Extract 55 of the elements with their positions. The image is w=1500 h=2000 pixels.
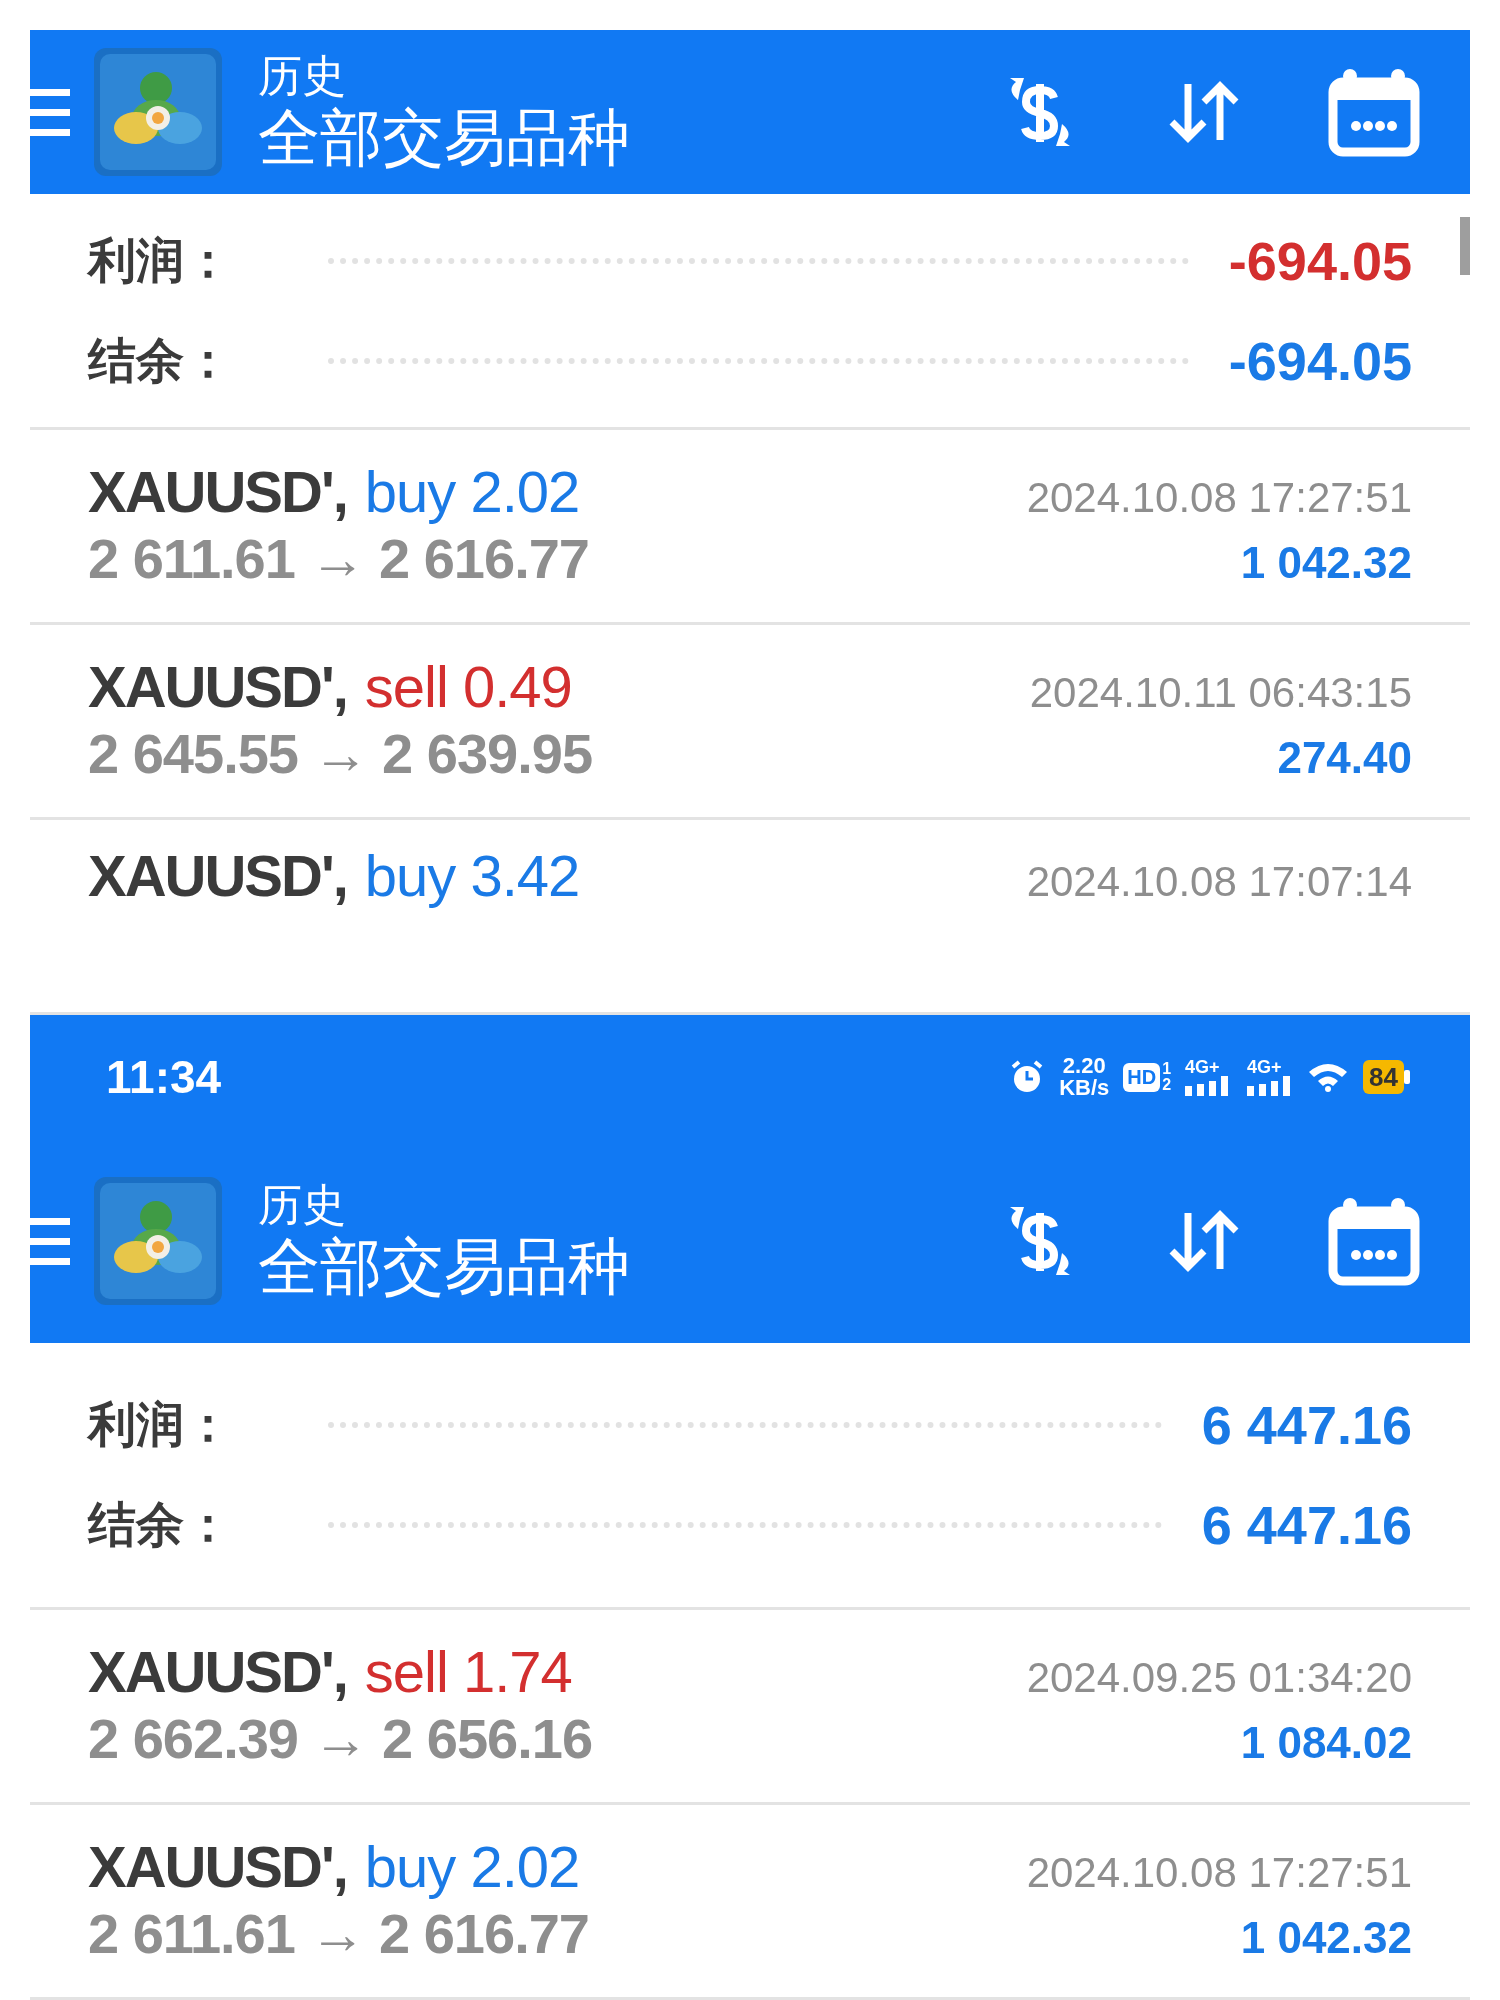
trade-order: sell 0.49 <box>364 654 572 719</box>
summary-label: 利润： <box>88 232 233 289</box>
sim-number: 2 <box>1162 1077 1172 1094</box>
summary-label: 结余： <box>88 332 233 389</box>
trade-symbol: XAUUSD', <box>88 459 347 524</box>
summary-value: -694.05 <box>1228 329 1412 392</box>
summary-value: 6 447.16 <box>1201 1494 1412 1557</box>
trade-time: 2024.10.11 06:43:15 <box>1029 669 1412 717</box>
battery-tip-icon <box>1404 1070 1410 1085</box>
trade-order: buy 2.02 <box>364 459 580 524</box>
trade-profit: 1 084.02 <box>1240 1718 1412 1768</box>
trade-time: 2024.10.08 17:27:51 <box>1026 474 1412 522</box>
network-speed: 2.20 <box>1062 1055 1106 1078</box>
summary-label: 结余： <box>88 1497 233 1554</box>
app-logo-icon[interactable] <box>94 48 222 177</box>
trade-symbol: XAUUSD', <box>88 843 347 908</box>
menu-icon[interactable] <box>30 87 70 138</box>
trade-profit: 1 042.32 <box>1240 538 1412 588</box>
network-speed-unit: KB/s <box>1059 1077 1110 1100</box>
battery-level: 84 <box>1363 1060 1404 1095</box>
sort-icon[interactable] <box>1168 1209 1240 1274</box>
scrollbar[interactable] <box>1460 217 1470 275</box>
trade-symbol: XAUUSD', <box>88 1639 347 1704</box>
trade-symbol: XAUUSD', <box>88 654 347 719</box>
network-type: 4G+ <box>1185 1058 1220 1077</box>
summary-value: -694.05 <box>1228 229 1412 292</box>
clock-time: 11:34 <box>106 1050 223 1105</box>
trade-order: sell 1.74 <box>364 1639 572 1704</box>
trade-prices: 2 611.61 → 2 616.77 <box>88 1901 589 1966</box>
trade-prices: 2 611.61 → 2 616.77 <box>88 526 589 591</box>
trade-order: buy 2.02 <box>364 1834 580 1899</box>
app-logo-icon[interactable] <box>94 1177 222 1306</box>
calendar-icon[interactable] <box>1328 66 1420 159</box>
summary-label: 利润： <box>88 1397 233 1454</box>
calendar-icon[interactable] <box>1328 1195 1420 1288</box>
wifi-icon <box>1307 1061 1350 1094</box>
menu-icon[interactable] <box>30 1216 70 1267</box>
trade-prices: 2 662.39 → 2 656.16 <box>88 1706 593 1771</box>
trade-profit: 1 042.32 <box>1240 1913 1412 1963</box>
symbol-filter[interactable]: 全部交易品种 <box>258 102 1000 175</box>
hd-badge: HD <box>1123 1062 1161 1092</box>
summary-value: 6 447.16 <box>1201 1394 1412 1457</box>
screen-title: 历史 <box>258 1179 347 1232</box>
trade-time: 2024.10.08 17:07:14 <box>1026 858 1412 906</box>
trade-time: 2024.09.25 01:34:20 <box>1026 1654 1412 1702</box>
symbol-filter[interactable]: 全部交易品种 <box>258 1231 1000 1304</box>
trade-order: buy 3.42 <box>364 843 580 908</box>
sim-number: 1 <box>1162 1061 1172 1078</box>
trade-profit: 274.40 <box>1277 733 1412 783</box>
trade-prices: 2 645.55 → 2 639.95 <box>88 721 593 786</box>
trade-symbol: XAUUSD', <box>88 1834 347 1899</box>
sort-icon[interactable] <box>1168 80 1240 145</box>
trade-time: 2024.10.08 17:27:51 <box>1026 1849 1412 1897</box>
network-type: 4G+ <box>1247 1058 1282 1077</box>
screen-title: 历史 <box>258 50 347 103</box>
